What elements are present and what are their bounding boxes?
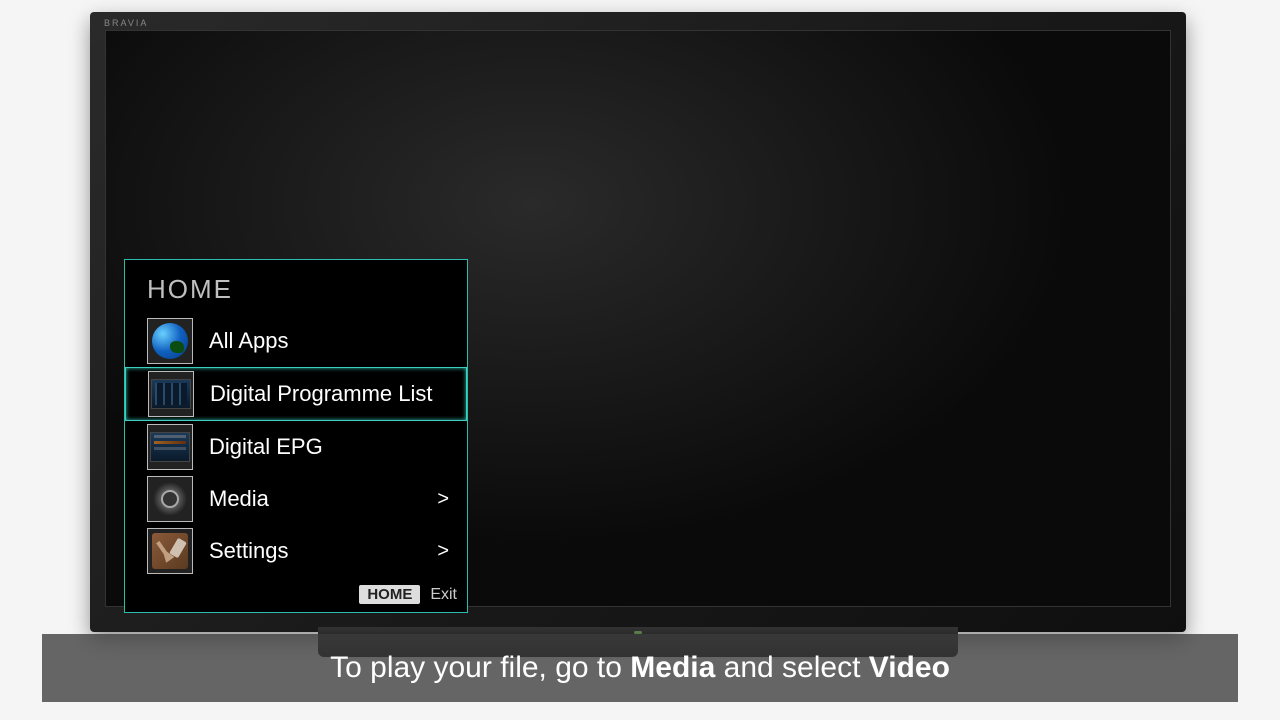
tv-brand-label: BRAVIA [104, 18, 148, 28]
media-icon [147, 476, 193, 522]
epg-icon [147, 424, 193, 470]
caption-text: To play your file, go to Media and selec… [330, 651, 950, 685]
settings-icon [147, 528, 193, 574]
menu-title: HOME [125, 260, 467, 315]
menu-item-label: All Apps [209, 328, 455, 354]
menu-item-digital-epg[interactable]: Digital EPG [125, 421, 467, 473]
menu-item-label: Digital EPG [209, 434, 455, 460]
menu-item-label: Digital Programme List [210, 381, 454, 407]
home-button-hint: HOME [359, 585, 420, 604]
chevron-right-icon: > [437, 488, 455, 511]
globe-icon [147, 318, 193, 364]
home-menu-panel: HOME All Apps Digital Programme List Dig… [124, 259, 468, 613]
menu-item-media[interactable]: Media > [125, 473, 467, 525]
tv-frame: BRAVIA HOME All Apps Digital Programme L… [90, 12, 1186, 632]
exit-hint: Exit [430, 586, 457, 604]
instruction-caption: To play your file, go to Media and selec… [42, 634, 1238, 702]
programme-list-icon [148, 371, 194, 417]
menu-footer: HOME Exit [125, 577, 467, 612]
menu-item-digital-programme-list[interactable]: Digital Programme List [125, 367, 467, 421]
chevron-right-icon: > [437, 540, 455, 563]
menu-item-settings[interactable]: Settings > [125, 525, 467, 577]
menu-item-all-apps[interactable]: All Apps [125, 315, 467, 367]
menu-item-label: Settings [209, 538, 437, 564]
tv-screen: HOME All Apps Digital Programme List Dig… [105, 30, 1171, 607]
menu-item-label: Media [209, 486, 437, 512]
